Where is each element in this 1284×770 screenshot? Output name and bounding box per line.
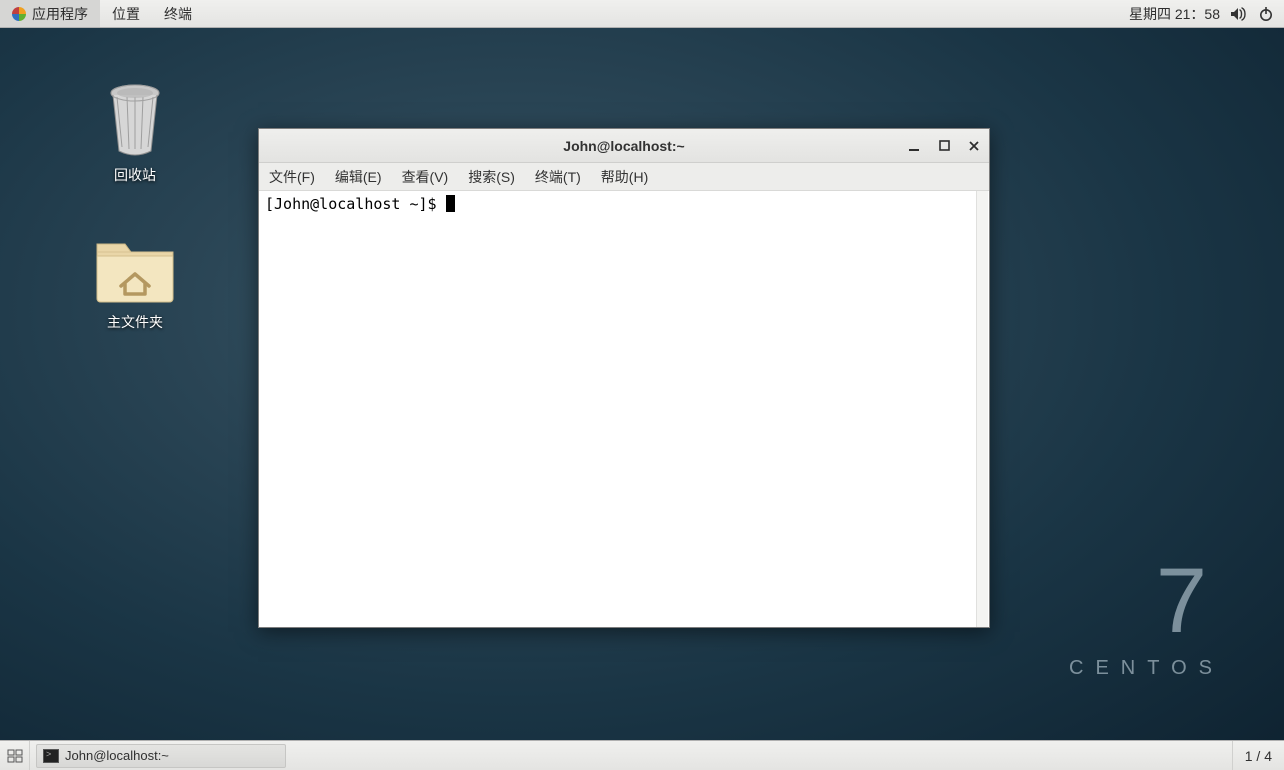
maximize-button[interactable] — [937, 139, 951, 153]
terminal-cursor — [446, 195, 455, 212]
apps-icon — [12, 7, 26, 21]
workspace-label: 1 / 4 — [1245, 748, 1272, 764]
trash-icon — [99, 83, 171, 159]
menu-places[interactable]: 位置 — [100, 0, 152, 27]
menu-file[interactable]: 文件(F) — [259, 163, 325, 190]
minimize-button[interactable] — [907, 139, 921, 153]
show-desktop-icon — [7, 749, 23, 763]
branding: 7 CENTOS — [1069, 555, 1224, 680]
window-menubar: 文件(F) 编辑(E) 查看(V) 搜索(S) 终端(T) 帮助(H) — [259, 163, 989, 191]
branding-version: 7 — [1069, 555, 1224, 647]
power-icon[interactable] — [1258, 6, 1274, 22]
folder-home-icon — [91, 228, 179, 306]
desktop-icon-label: 回收站 — [80, 165, 190, 185]
menu-help[interactable]: 帮助(H) — [591, 163, 658, 190]
menu-search[interactable]: 搜索(S) — [458, 163, 525, 190]
desktop-icon-trash[interactable]: 回收站 — [80, 83, 190, 185]
desktop-icon-label: 主文件夹 — [80, 312, 190, 332]
menu-terminal[interactable]: 终端 — [152, 0, 204, 27]
menu-terminal[interactable]: 终端(T) — [525, 163, 591, 190]
scrollbar[interactable] — [976, 191, 988, 627]
menu-edit[interactable]: 编辑(E) — [325, 163, 392, 190]
menu-applications[interactable]: 应用程序 — [0, 0, 100, 27]
taskbar-item-terminal[interactable]: John@localhost:~ — [36, 744, 286, 768]
volume-icon[interactable] — [1230, 7, 1248, 21]
close-button[interactable] — [967, 139, 981, 153]
terminal-body[interactable]: [John@localhost ~]$ — [259, 191, 989, 627]
terminal-prompt: [John@localhost ~]$ — [265, 195, 446, 213]
show-desktop-button[interactable] — [0, 741, 30, 770]
terminal-window[interactable]: John@localhost:~ 文件(F) 编辑(E) 查看(V) 搜索(S)… — [258, 128, 990, 628]
top-panel: 应用程序 位置 终端 星期四 21：58 — [0, 0, 1284, 28]
menu-view[interactable]: 查看(V) — [392, 163, 459, 190]
bottom-panel: John@localhost:~ 1 / 4 — [0, 740, 1284, 770]
window-titlebar[interactable]: John@localhost:~ — [259, 129, 989, 163]
menu-label: 应用程序 — [32, 4, 88, 24]
menu-label: 终端 — [164, 4, 192, 24]
clock[interactable]: 星期四 21：58 — [1129, 4, 1220, 24]
desktop-icon-home[interactable]: 主文件夹 — [80, 228, 190, 332]
taskbar-item-label: John@localhost:~ — [65, 748, 169, 763]
menu-label: 位置 — [112, 4, 140, 24]
terminal-icon — [43, 749, 59, 763]
workspace-switcher[interactable]: 1 / 4 — [1232, 741, 1284, 770]
branding-name: CENTOS — [1069, 657, 1224, 680]
window-title: John@localhost:~ — [563, 138, 684, 154]
desktop[interactable]: 回收站 主文件夹 7 CENTOS John@localhost:~ — [0, 28, 1284, 740]
